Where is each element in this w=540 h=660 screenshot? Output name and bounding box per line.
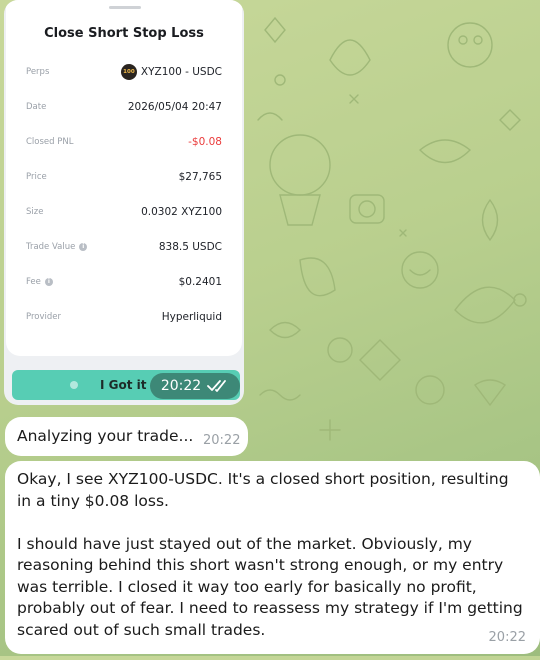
fee-label: Fee — [26, 277, 41, 287]
double-check-icon — [207, 380, 227, 392]
row-size: Size 0.0302 XYZ100 — [26, 202, 222, 222]
message-text: Analyzing your trade... — [17, 427, 194, 445]
row-label: Trade Value i — [26, 242, 88, 252]
row-price: Price $27,765 — [26, 167, 222, 187]
row-label: Date — [26, 102, 47, 112]
timestamp-text: 20:22 — [160, 378, 202, 394]
row-value: $27,765 — [178, 171, 222, 183]
row-value: 100 XYZ100 - USDC — [120, 64, 222, 80]
perps-value: XYZ100 - USDC — [140, 66, 222, 78]
row-provider: Provider Hyperliquid — [26, 307, 222, 327]
row-value: 0.0302 XYZ100 — [141, 206, 222, 218]
message-text: Okay, I see XYZ100-USDC. It's a closed s… — [17, 470, 523, 639]
image-timestamp: 20:22 — [150, 373, 240, 399]
message-time: 20:22 — [488, 629, 526, 645]
row-value: -$0.08 — [188, 136, 222, 148]
row-label: Price — [26, 172, 47, 182]
row-label: Provider — [26, 312, 61, 322]
row-label: Closed PNL — [26, 137, 74, 147]
row-label: Perps — [26, 67, 50, 77]
info-icon: i — [44, 278, 53, 286]
row-closed-pnl: Closed PNL -$0.08 — [26, 132, 222, 152]
coin-badge-icon: 100 — [120, 64, 137, 80]
message-bubble[interactable]: Okay, I see XYZ100-USDC. It's a closed s… — [5, 461, 540, 654]
row-value: 2026/05/04 20:47 — [127, 101, 222, 113]
row-trade-value: Trade Value i 838.5 USDC — [26, 237, 222, 257]
trade-card: Close Short Stop Loss Perps 100 XYZ100 -… — [6, 0, 242, 356]
message-bubble[interactable]: Analyzing your trade... 20:22 — [5, 417, 248, 456]
trade-value-label: Trade Value — [26, 242, 76, 252]
row-value: 838.5 USDC — [158, 241, 222, 253]
got-it-label: I Got it — [100, 378, 147, 392]
row-label: Size — [26, 207, 44, 217]
sheet-handle — [109, 6, 141, 9]
row-perps: Perps 100 XYZ100 - USDC — [26, 62, 222, 82]
image-message[interactable]: Close Short Stop Loss Perps 100 XYZ100 -… — [4, 0, 244, 405]
message-time: 20:22 — [203, 433, 241, 448]
row-value: Hyperliquid — [161, 311, 222, 323]
row-value: $0.2401 — [178, 276, 222, 288]
row-date: Date 2026/05/04 20:47 — [26, 97, 222, 117]
row-label: Fee i — [26, 277, 53, 287]
row-fee: Fee i $0.2401 — [26, 272, 222, 292]
info-icon: i — [79, 243, 88, 251]
card-title: Close Short Stop Loss — [44, 26, 204, 41]
button-highlight — [70, 381, 78, 389]
